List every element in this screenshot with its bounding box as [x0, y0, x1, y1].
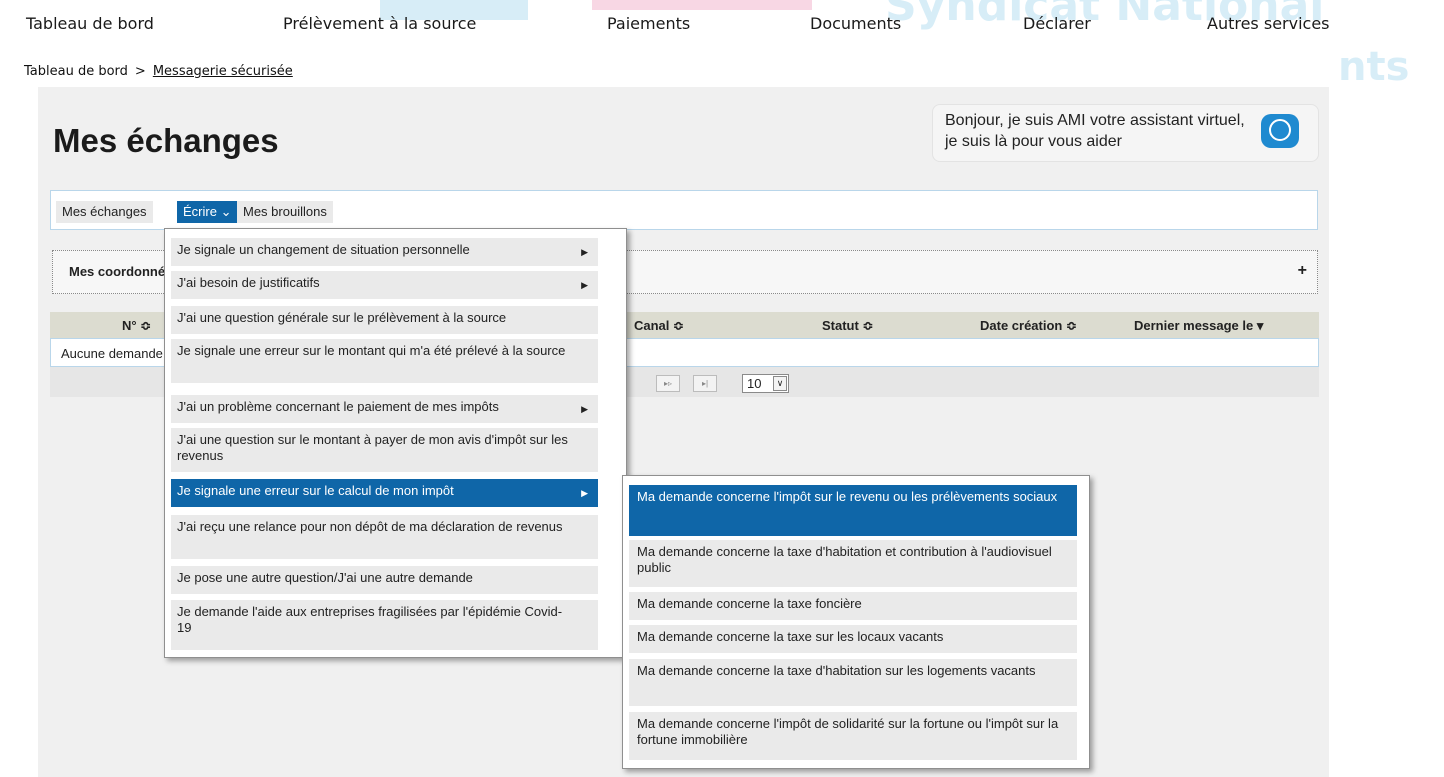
menu-item-justificatifs[interactable]: J'ai besoin de justificatifs ▶ [171, 271, 598, 299]
menu-item-label: Je signale un changement de situation pe… [177, 242, 470, 257]
breadcrumb-home[interactable]: Tableau de bord [24, 64, 128, 79]
assistant-text: Bonjour, je suis AMI votre assistant vir… [945, 112, 1245, 150]
column-numero[interactable]: N° ≎ [122, 318, 151, 334]
submenu-item-logements-vacants[interactable]: Ma demande concerne la taxe d'habitation… [629, 659, 1077, 706]
menu-item-question-prelevement[interactable]: J'ai une question générale sur le prélèv… [171, 306, 598, 334]
caret-right-icon: ▶ [581, 488, 588, 498]
menu-item-question-montant-avis[interactable]: J'ai une question sur le montant à payer… [171, 428, 598, 472]
caret-right-icon: ▶ [581, 247, 588, 257]
menu-item-label: J'ai un problème concernant le paiement … [177, 399, 499, 414]
menu-item-aide-entreprises-covid[interactable]: Je demande l'aide aux entreprises fragil… [171, 600, 598, 650]
page-title: Mes échanges [53, 122, 279, 159]
column-date-creation[interactable]: Date création ≎ [980, 318, 1077, 334]
empty-table-text: Aucune demande [61, 346, 163, 361]
smiley-icon [1269, 119, 1291, 141]
assistant-banner[interactable]: Bonjour, je suis AMI votre assistant vir… [932, 104, 1319, 162]
tab-mes-echanges[interactable]: Mes échanges [56, 201, 153, 223]
menu-item-label: J'ai reçu une relance pour non dépôt de … [177, 519, 563, 534]
menu-item-label: J'ai besoin de justificatifs [177, 275, 320, 290]
menu-item-label: Je signale une erreur sur le montant qui… [177, 343, 566, 358]
breadcrumb: Tableau de bord > Messagerie sécurisée [24, 64, 293, 79]
menu-item-autre-question[interactable]: Je pose une autre question/J'ai une autr… [171, 566, 598, 594]
nav-documents[interactable]: Documents [810, 14, 901, 33]
plus-icon[interactable]: + [1298, 262, 1307, 280]
submenu-item-locaux-vacants[interactable]: Ma demande concerne la taxe sur les loca… [629, 625, 1077, 653]
caret-right-icon: ▶ [581, 280, 588, 290]
nav-tableau-de-bord[interactable]: Tableau de bord [26, 14, 154, 33]
menu-item-label: Je signale une erreur sur le calcul de m… [177, 483, 454, 498]
top-navigation: Tableau de bord Prélèvement à la source … [0, 0, 1444, 52]
nav-autres-services[interactable]: Autres services [1207, 14, 1330, 33]
next-page-button[interactable]: ▸▹ [656, 375, 680, 392]
menu-item-erreur-calcul-impot[interactable]: Je signale une erreur sur le calcul de m… [171, 479, 598, 507]
submenu-item-impot-revenu[interactable]: Ma demande concerne l'impôt sur le reven… [629, 485, 1077, 536]
breadcrumb-separator: > [134, 64, 146, 79]
submenu-item-label: Ma demande concerne la taxe d'habitation… [637, 544, 1052, 575]
caret-right-icon: ▶ [581, 404, 588, 414]
menu-item-label: J'ai une question générale sur le prélèv… [177, 310, 507, 325]
tab-mes-brouillons[interactable]: Mes brouillons [237, 201, 333, 223]
ecrire-dropdown-menu: Je signale un changement de situation pe… [164, 228, 627, 658]
tabs-bar: Mes échanges Écrire ⌄ Mes brouillons [50, 190, 1318, 230]
submenu-item-label: Ma demande concerne l'impôt de solidarit… [637, 716, 1059, 747]
nav-prelevement-a-la-source[interactable]: Prélèvement à la source [283, 14, 476, 33]
tab-ecrire-label: Écrire [183, 204, 217, 219]
page-size-select[interactable]: 10 ∨ [742, 374, 789, 393]
tab-ecrire[interactable]: Écrire ⌄ [177, 201, 238, 223]
column-dernier-message[interactable]: Dernier message le ▾ [1134, 318, 1263, 334]
submenu-item-label: Ma demande concerne la taxe d'habitation… [637, 663, 1036, 678]
submenu-item-label: Ma demande concerne la taxe foncière [637, 596, 862, 611]
column-canal[interactable]: Canal ≎ [634, 318, 684, 334]
chat-bubble-icon[interactable] [1261, 114, 1299, 148]
menu-item-label: J'ai une question sur le montant à payer… [177, 432, 568, 463]
submenu-item-fortune[interactable]: Ma demande concerne l'impôt de solidarit… [629, 712, 1077, 760]
menu-item-label: Je pose une autre question/J'ai une autr… [177, 570, 473, 585]
menu-item-label: Je demande l'aide aux entreprises fragil… [177, 604, 563, 635]
last-page-button[interactable]: ▸| [693, 375, 717, 392]
menu-item-erreur-montant-preleve[interactable]: Je signale une erreur sur le montant qui… [171, 339, 598, 383]
calcul-impot-submenu: Ma demande concerne l'impôt sur le reven… [622, 475, 1090, 769]
menu-item-probleme-paiement[interactable]: J'ai un problème concernant le paiement … [171, 395, 598, 423]
menu-item-relance-non-depot[interactable]: J'ai reçu une relance pour non dépôt de … [171, 515, 598, 559]
submenu-item-taxe-habitation[interactable]: Ma demande concerne la taxe d'habitation… [629, 540, 1077, 587]
nav-declarer[interactable]: Déclarer [1023, 14, 1091, 33]
nav-paiements[interactable]: Paiements [607, 14, 690, 33]
column-statut[interactable]: Statut ≎ [822, 318, 873, 334]
submenu-item-label: Ma demande concerne la taxe sur les loca… [637, 629, 944, 644]
menu-item-changement-situation[interactable]: Je signale un changement de situation pe… [171, 238, 598, 266]
submenu-item-taxe-fonciere[interactable]: Ma demande concerne la taxe foncière [629, 592, 1077, 620]
chevron-down-icon: ∨ [773, 376, 787, 391]
page-size-value: 10 [747, 376, 762, 391]
breadcrumb-current[interactable]: Messagerie sécurisée [153, 64, 293, 79]
coordonnees-label: Mes coordonnées [69, 264, 180, 279]
submenu-item-label: Ma demande concerne l'impôt sur le reven… [637, 489, 1058, 504]
chevron-down-icon: ⌄ [220, 204, 232, 219]
